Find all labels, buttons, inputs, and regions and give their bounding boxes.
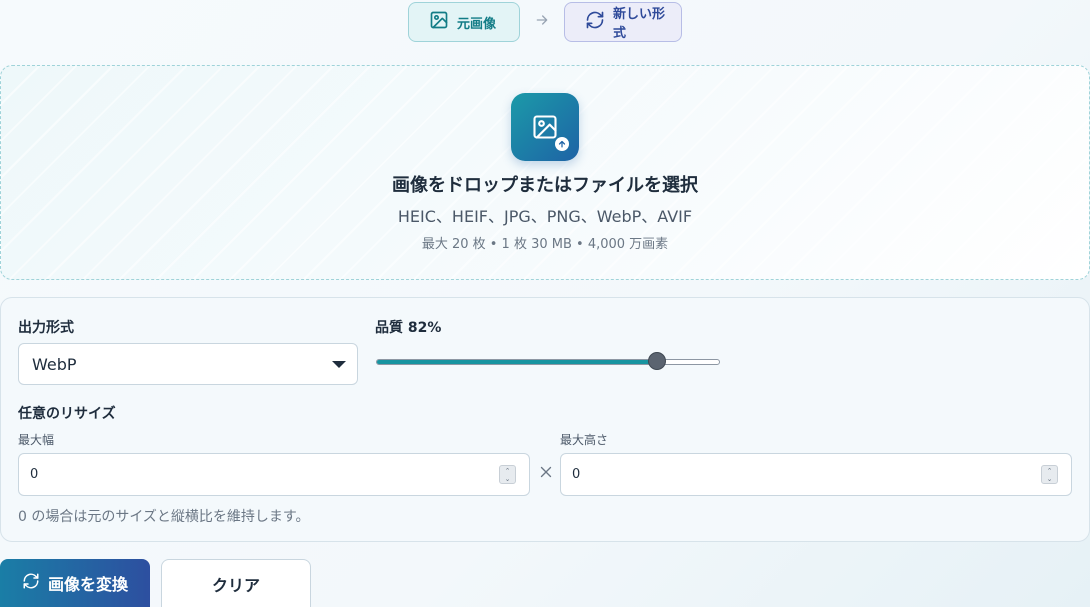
max-height-input[interactable]: 0 ⌃ ⌄ — [560, 453, 1072, 496]
chevron-down-icon[interactable]: ⌄ — [1047, 475, 1053, 483]
output-format-select[interactable]: WebP — [18, 343, 358, 385]
clear-button[interactable]: クリア — [161, 559, 311, 607]
upload-limits: 最大 20 枚 • 1 枚 30 MB • 4,000 万画素 — [421, 237, 669, 252]
quality-label: 品質 82% — [375, 320, 442, 336]
output-format-label: 出力形式 — [18, 320, 74, 336]
max-height-value: 0 — [572, 467, 581, 482]
chevron-down-icon — [332, 361, 346, 368]
chevron-up-icon[interactable]: ⌃ — [505, 467, 511, 475]
quality-slider-fill — [377, 360, 657, 364]
refresh-icon — [22, 572, 40, 595]
close-icon — [537, 463, 555, 481]
dropzone-title: 画像をドロップまたはファイルを選択 — [392, 175, 698, 196]
step-new-format-pill: 新しい形式 — [564, 2, 682, 42]
max-width-stepper[interactable]: ⌃ ⌄ — [499, 465, 516, 484]
step-original-pill: 元画像 — [408, 2, 520, 42]
max-height-label: 最大高さ — [560, 433, 609, 447]
quality-slider-thumb[interactable] — [648, 352, 666, 370]
output-format-value: WebP — [32, 354, 77, 374]
resize-label: 任意のリサイズ — [18, 406, 116, 422]
image-upload-icon — [511, 93, 579, 161]
convert-button-label: 画像を変換 — [47, 577, 128, 594]
refresh-icon — [585, 10, 605, 34]
step-indicator: 元画像 新しい形式 — [408, 2, 682, 42]
clear-button-label: クリア — [211, 577, 260, 595]
resize-hint: 0 の場合は元のサイズと縦横比を維持します。 — [18, 509, 310, 525]
max-height-stepper[interactable]: ⌃ ⌄ — [1041, 465, 1058, 484]
step-new-format-label: 新しい形式 — [613, 7, 666, 41]
step-original-label: 元画像 — [457, 16, 497, 32]
quality-slider[interactable] — [376, 352, 720, 370]
supported-formats: HEIC、HEIF、JPG、PNG、WebP、AVIF — [397, 207, 693, 226]
arrow-right-icon — [520, 12, 564, 33]
image-dropzone[interactable]: 画像をドロップまたはファイルを選択 HEIC、HEIF、JPG、PNG、WebP… — [0, 65, 1090, 280]
image-icon — [429, 10, 449, 34]
max-width-input[interactable]: 0 ⌃ ⌄ — [18, 453, 530, 496]
upload-badge-icon — [555, 137, 569, 151]
chevron-down-icon[interactable]: ⌄ — [505, 475, 511, 483]
convert-button[interactable]: 画像を変換 — [0, 559, 150, 607]
max-width-value: 0 — [30, 467, 39, 482]
max-width-label: 最大幅 — [18, 433, 55, 447]
conversion-settings-panel: 出力形式 WebP 品質 82% 任意のリサイズ 最大幅 0 ⌃ ⌄ 最大高さ … — [0, 297, 1090, 542]
chevron-up-icon[interactable]: ⌃ — [1047, 467, 1053, 475]
